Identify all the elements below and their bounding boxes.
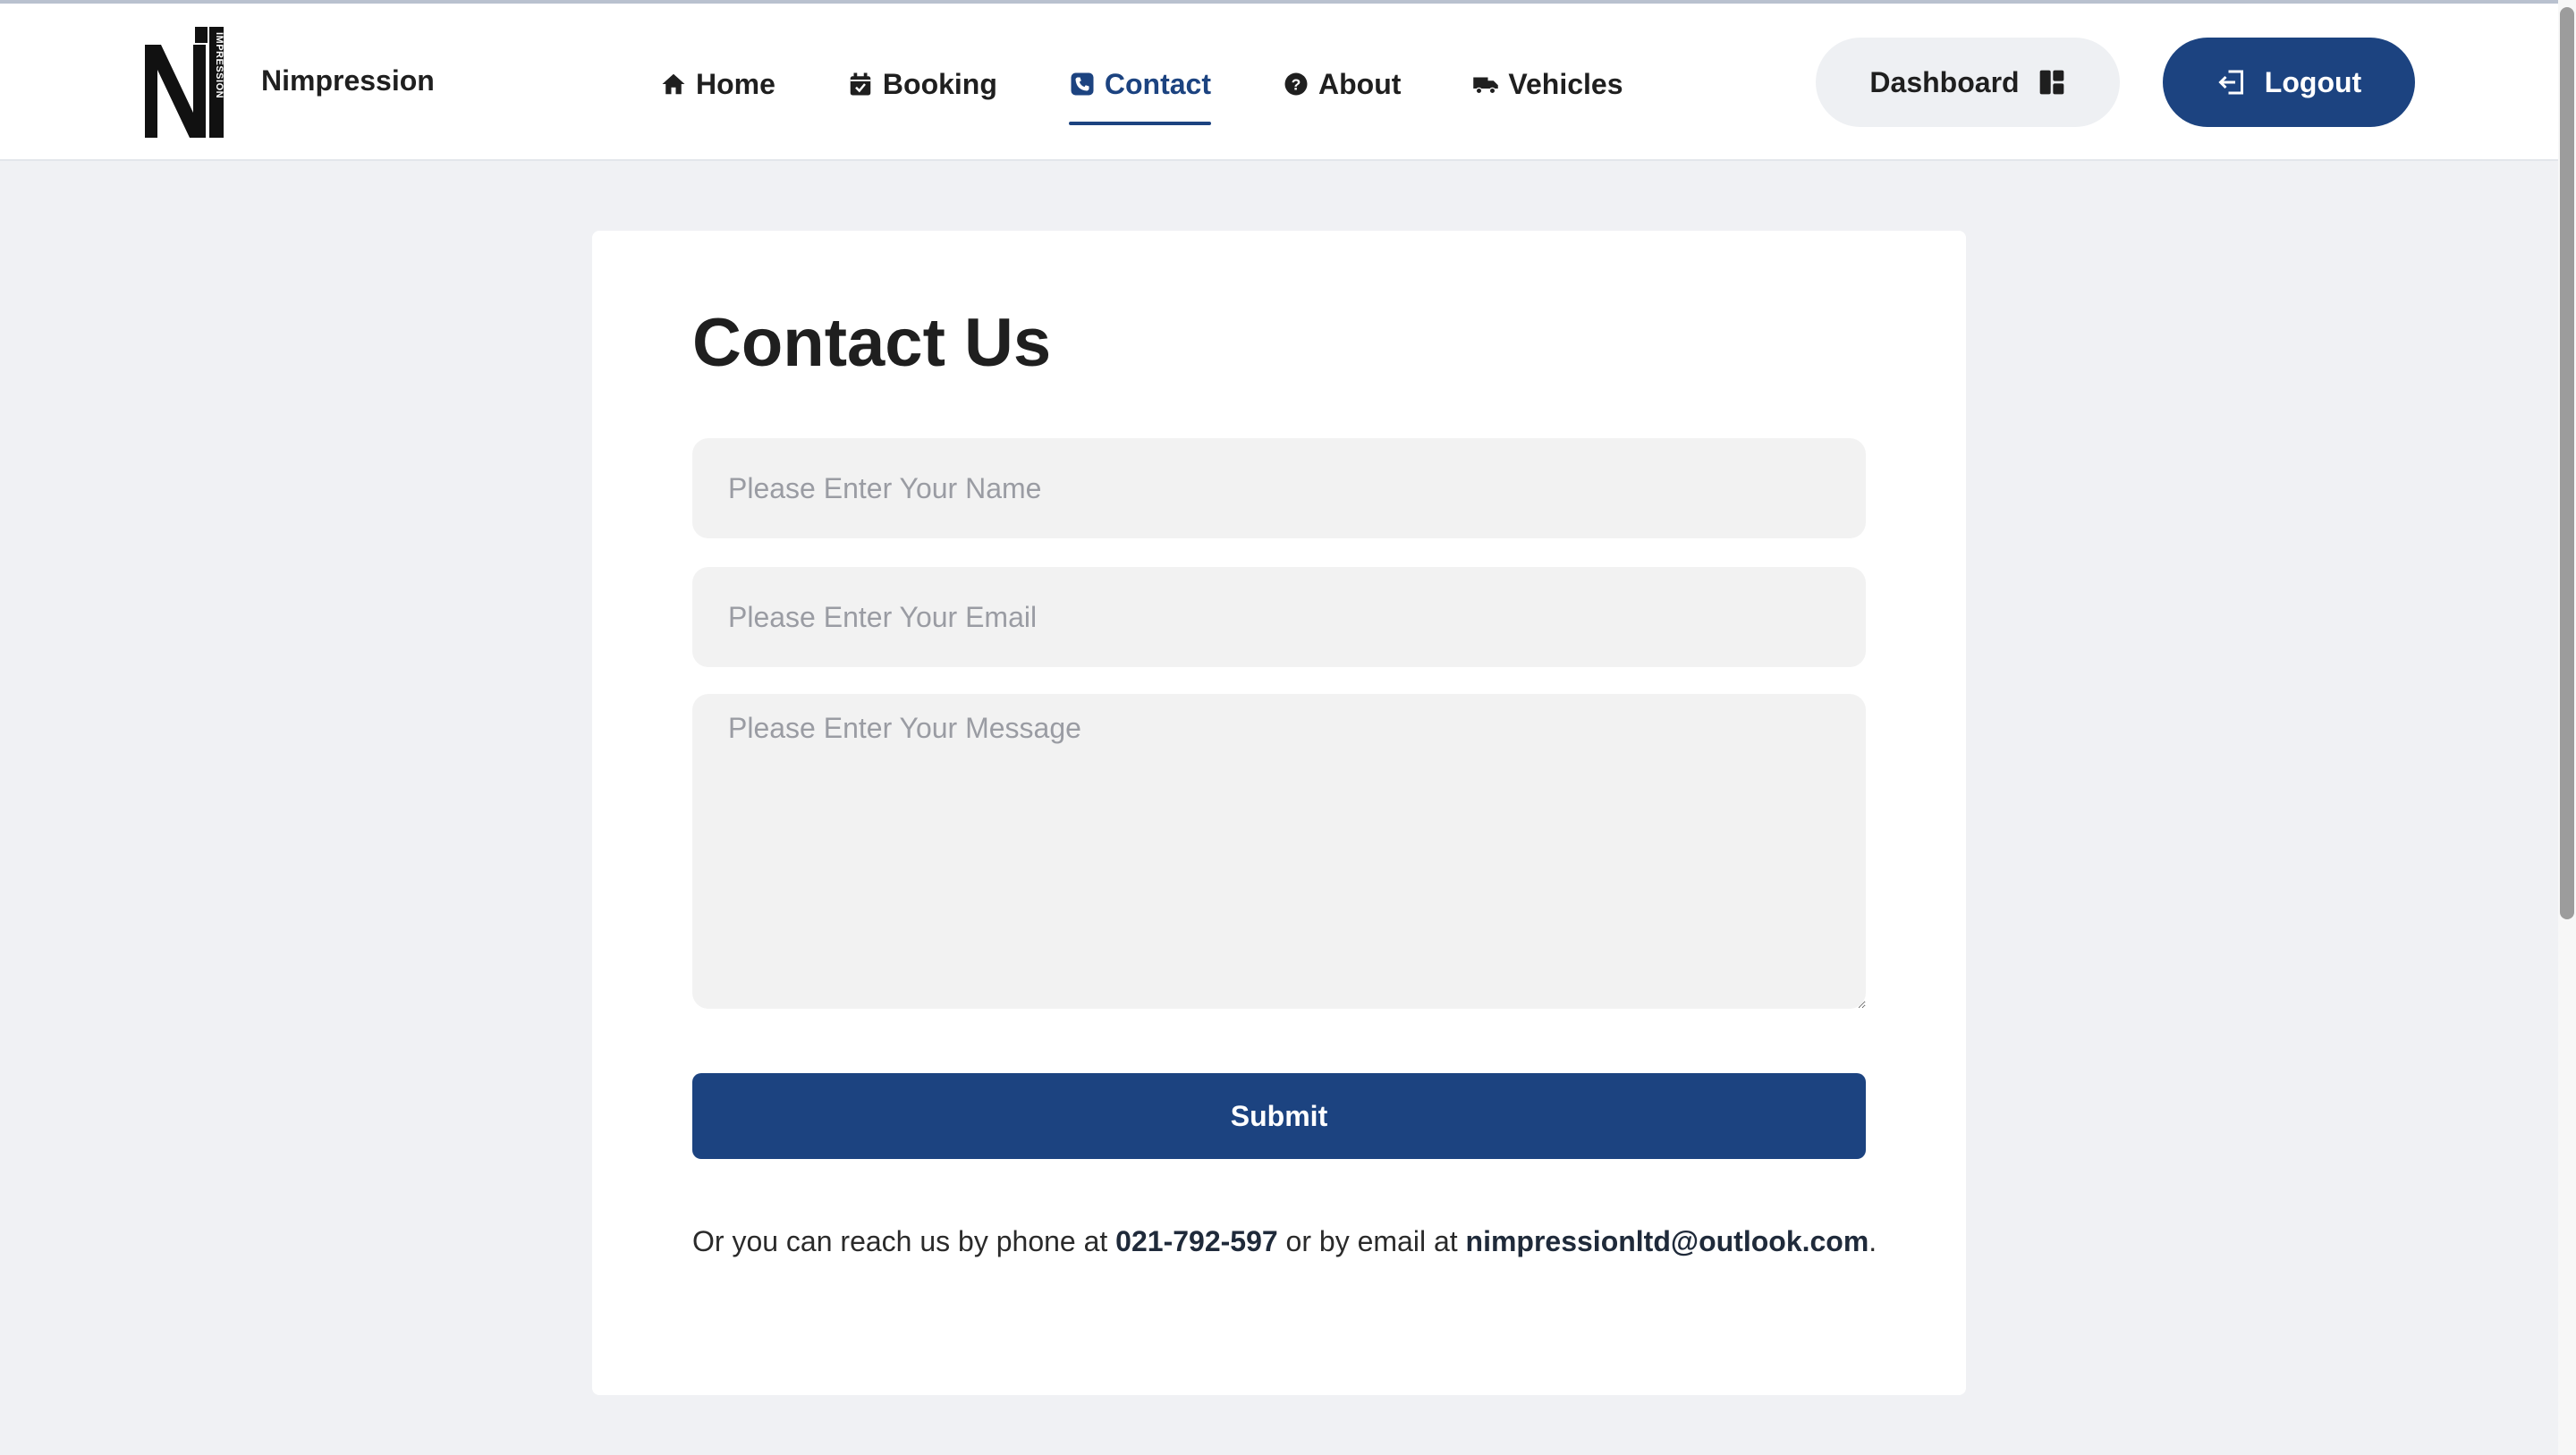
- logo-vertical-text: IMPRESSION: [214, 32, 225, 98]
- email-input[interactable]: [692, 567, 1866, 667]
- name-input[interactable]: [692, 438, 1866, 538]
- nav-label-about: About: [1318, 67, 1402, 100]
- nav-label-booking: Booking: [882, 67, 997, 100]
- dashboard-button-label: Dashboard: [1869, 65, 2020, 98]
- contact-phone[interactable]: 021-792-597: [1115, 1225, 1277, 1257]
- calendar-check-icon: [847, 71, 874, 97]
- contact-email[interactable]: nimpressionltd@outlook.com: [1466, 1225, 1869, 1257]
- contact-prefix: Or you can reach us by phone at: [692, 1225, 1116, 1257]
- dashboard-button[interactable]: Dashboard: [1816, 38, 2120, 127]
- submit-button[interactable]: Submit: [692, 1073, 1866, 1159]
- logout-button-label: Logout: [2264, 65, 2362, 98]
- contact-middle: or by email at: [1277, 1225, 1466, 1257]
- nav-label-contact: Contact: [1104, 67, 1211, 100]
- brand-name[interactable]: Nimpression: [261, 64, 435, 97]
- phone-icon: [1069, 71, 1096, 97]
- nav-item-booking[interactable]: Booking: [847, 61, 997, 107]
- truck-icon: [1472, 71, 1499, 97]
- nav-item-contact[interactable]: Contact: [1068, 61, 1212, 125]
- logout-button[interactable]: Logout: [2163, 38, 2415, 127]
- nav-label-home: Home: [696, 67, 775, 100]
- contact-card: Contact Us Submit Or you can reach us by…: [592, 231, 1966, 1395]
- logout-icon: [2216, 66, 2249, 98]
- contact-suffix: .: [1868, 1225, 1877, 1257]
- home-icon: [660, 71, 687, 97]
- nav-item-about[interactable]: ? About: [1283, 61, 1401, 107]
- brand-logo[interactable]: IMPRESSION: [141, 23, 227, 140]
- scrollbar-thumb[interactable]: [2560, 7, 2574, 919]
- site-header: IMPRESSION Nimpression Home Booking Cont…: [0, 4, 2558, 161]
- question-circle-icon: ?: [1283, 71, 1309, 97]
- nav-item-vehicles[interactable]: Vehicles: [1472, 61, 1623, 107]
- message-textarea[interactable]: [692, 694, 1866, 1009]
- nav-item-home[interactable]: Home: [660, 61, 775, 107]
- svg-text:?: ?: [1292, 75, 1301, 93]
- page-title: Contact Us: [692, 305, 1052, 381]
- main-nav: Home Booking Contact ? About Vehicles: [660, 61, 1695, 125]
- contact-info-text: Or you can reach us by phone at 021-792-…: [692, 1225, 1877, 1258]
- dashboard-icon: [2038, 68, 2066, 97]
- nav-label-vehicles: Vehicles: [1508, 67, 1623, 100]
